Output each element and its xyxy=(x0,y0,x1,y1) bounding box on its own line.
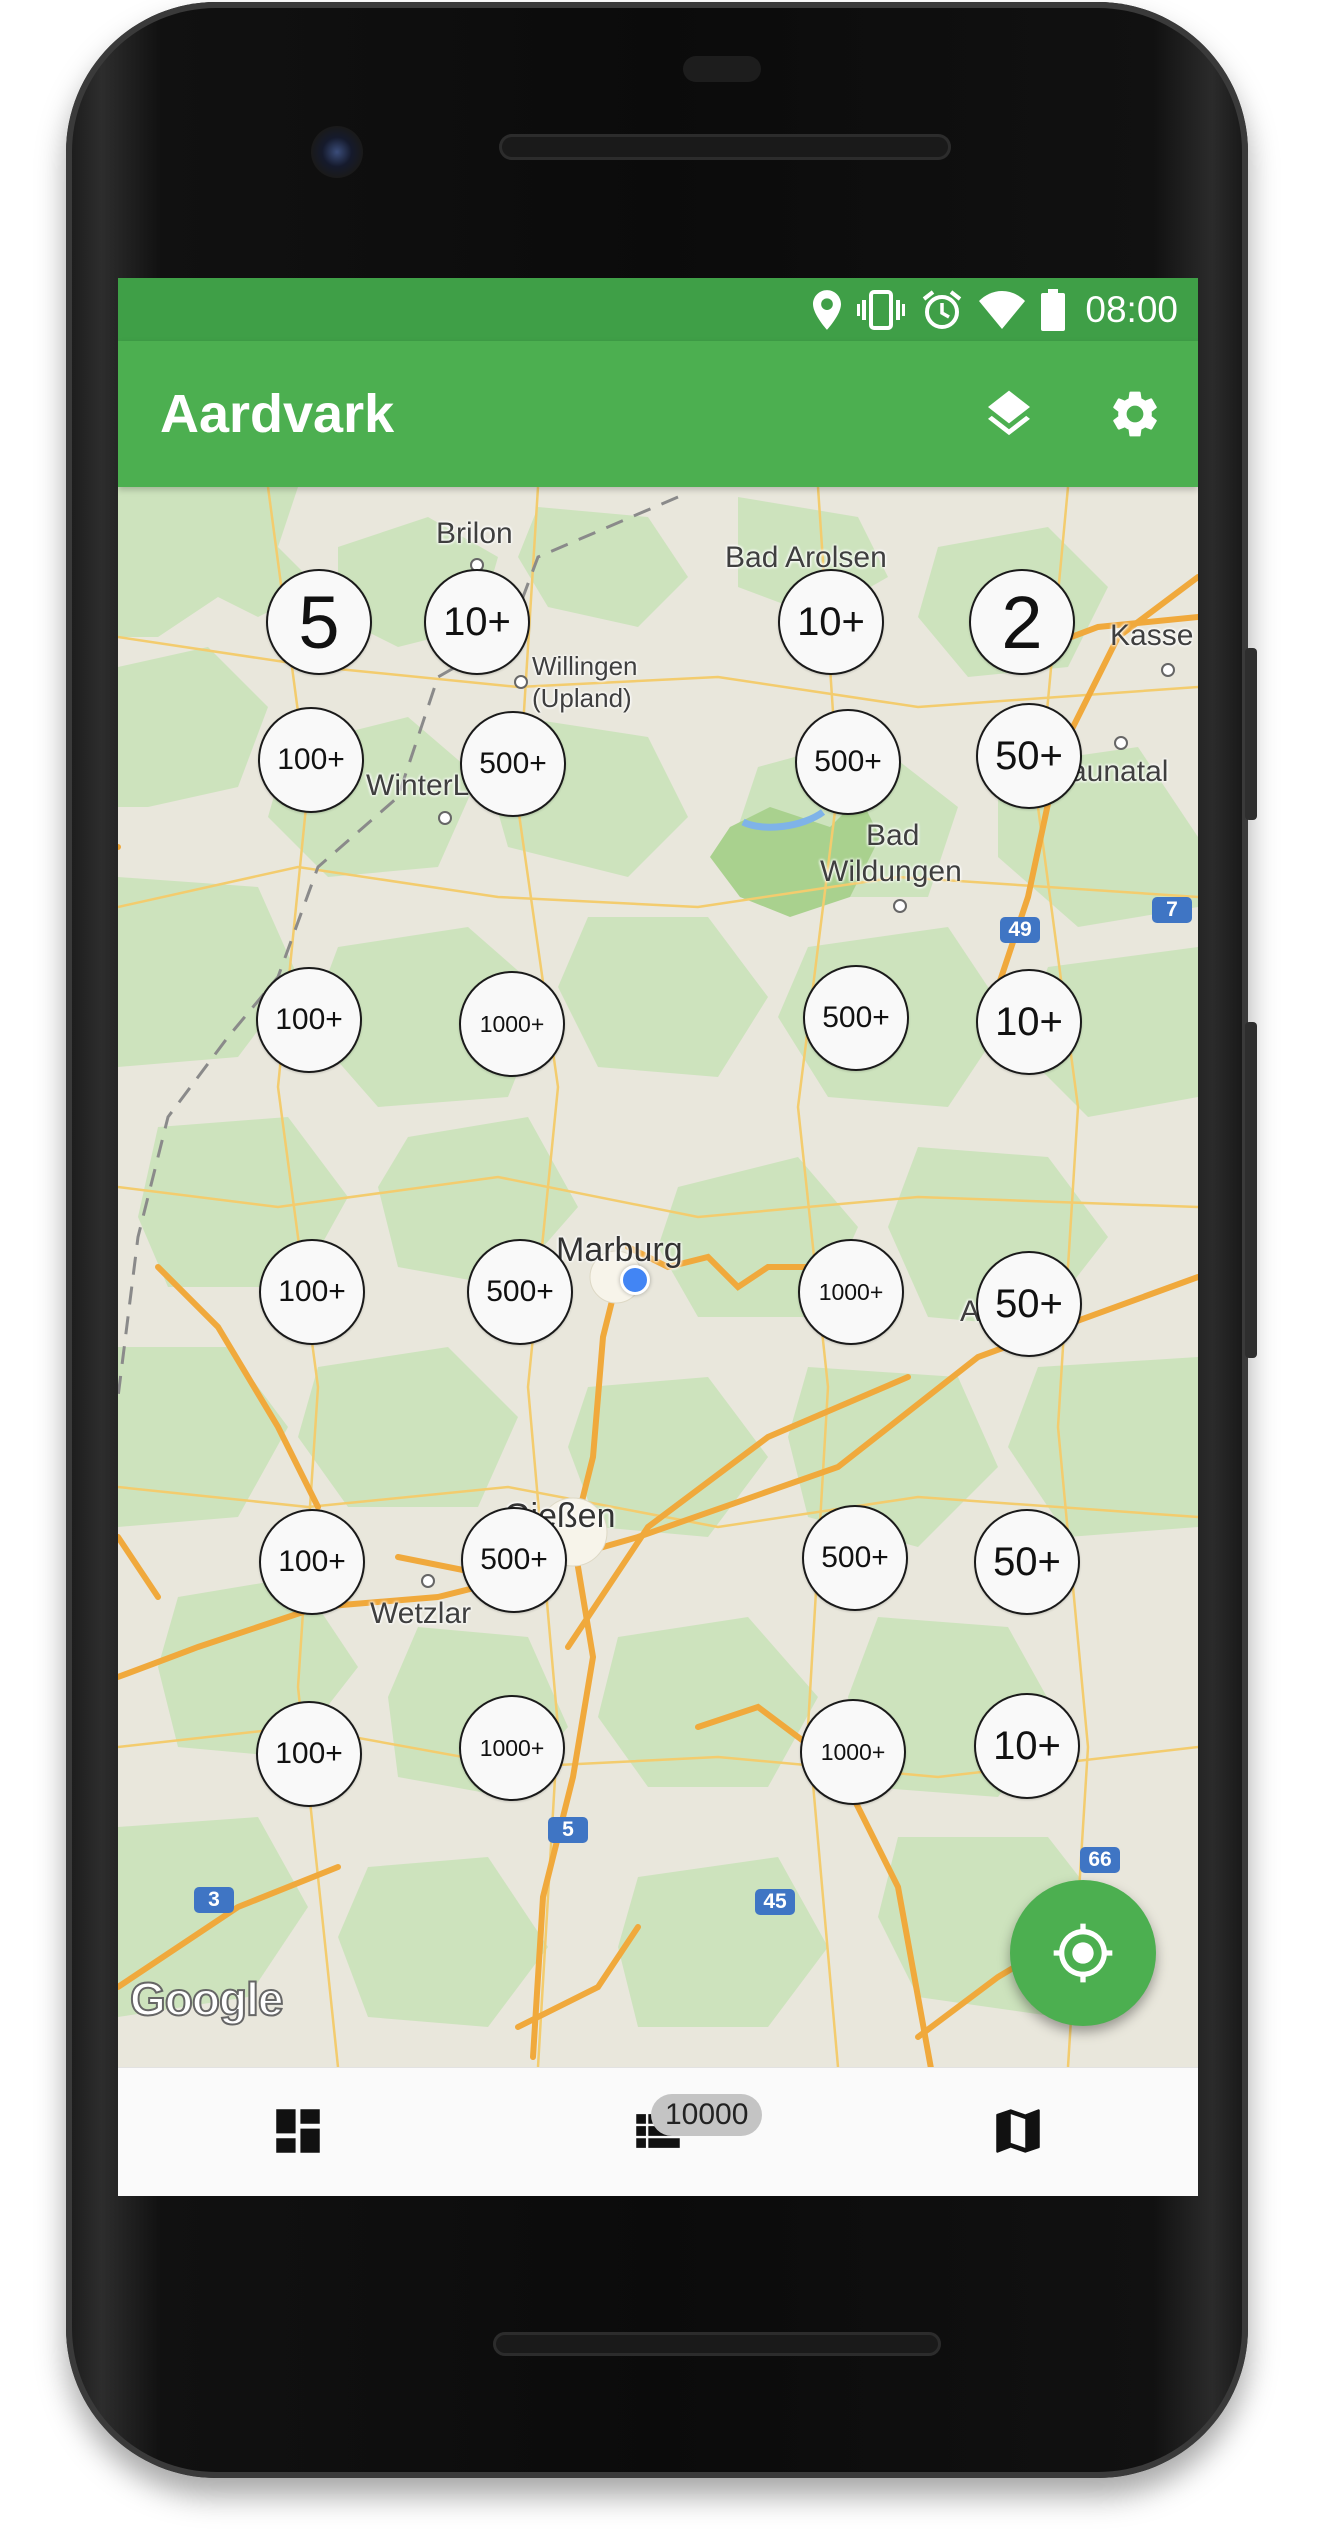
map-cluster[interactable]: 10+ xyxy=(778,569,884,675)
google-logo: Google xyxy=(129,1972,284,2026)
map-cluster[interactable]: 500+ xyxy=(802,1505,908,1611)
dashboard-icon xyxy=(276,2109,320,2153)
map-cluster[interactable]: 50+ xyxy=(976,703,1082,809)
map-cluster[interactable]: 50+ xyxy=(974,1509,1080,1615)
map-cluster[interactable]: 500+ xyxy=(795,709,901,815)
map-cluster[interactable]: 100+ xyxy=(256,967,362,1073)
map-cluster[interactable]: 10+ xyxy=(974,1693,1080,1799)
bottom-navigation: 10000 xyxy=(118,2067,1198,2196)
settings-button[interactable] xyxy=(1102,381,1168,447)
current-location-dot xyxy=(620,1265,650,1295)
alarm-icon xyxy=(923,290,962,329)
screen: 08:00 Aardvark Brilon Bad Arolsen Kasse … xyxy=(118,278,1198,2196)
phone-top-slot xyxy=(683,56,761,82)
map-label-wetzlar: Wetzlar xyxy=(370,1597,472,1630)
map-cluster[interactable]: 100+ xyxy=(259,1239,365,1345)
map-label-wildungen: Wildungen xyxy=(820,855,962,888)
my-location-icon xyxy=(1053,1923,1113,1983)
map-cluster[interactable]: 100+ xyxy=(258,707,364,813)
town-dot xyxy=(1161,663,1175,677)
road-shield-49: 49 xyxy=(1000,917,1040,943)
road-shield-3: 3 xyxy=(194,1887,234,1913)
my-location-button[interactable] xyxy=(1010,1880,1156,2026)
road-shield-5: 5 xyxy=(548,1817,588,1843)
road-shield-45: 45 xyxy=(755,1889,795,1915)
status-bar: 08:00 xyxy=(118,278,1198,341)
nav-indicator xyxy=(118,2191,838,2196)
map-label-kassel: Kasse xyxy=(1110,619,1194,652)
map-cluster[interactable]: 500+ xyxy=(467,1239,573,1345)
vibrate-icon xyxy=(857,290,906,330)
map-cluster[interactable]: 500+ xyxy=(460,711,566,817)
front-camera xyxy=(311,126,363,178)
map-cluster[interactable]: 10+ xyxy=(976,969,1082,1075)
town-dot xyxy=(1114,736,1128,750)
list-count-badge: 10000 xyxy=(651,2094,763,2136)
map-cluster[interactable]: 10+ xyxy=(424,569,530,675)
map-cluster[interactable]: 500+ xyxy=(461,1507,567,1613)
map-label-upland: (Upland) xyxy=(532,683,632,713)
map-icon xyxy=(996,2109,1040,2153)
settings-gear-icon xyxy=(1113,391,1157,437)
map-label-bad-arolsen: Bad Arolsen xyxy=(725,541,887,574)
nav-map[interactable] xyxy=(838,2068,1198,2194)
map-cluster[interactable]: 100+ xyxy=(256,1701,362,1807)
earpiece-speaker xyxy=(499,134,951,160)
map-cluster[interactable]: 5 xyxy=(266,569,372,675)
map-cluster[interactable]: 500+ xyxy=(803,965,909,1071)
location-icon xyxy=(813,290,842,330)
bottom-speaker xyxy=(493,2332,941,2356)
layers-icon xyxy=(988,390,1030,436)
map-label-baunatal: aunatal xyxy=(1070,755,1169,788)
town-dot xyxy=(421,1574,435,1588)
map-cluster[interactable]: 1000+ xyxy=(800,1699,906,1805)
map-cluster[interactable]: 2 xyxy=(969,569,1075,675)
map-cluster[interactable]: 1000+ xyxy=(459,971,565,1077)
map-view[interactable]: Brilon Bad Arolsen Kasse Willingen (Upla… xyxy=(118,487,1198,2067)
road-shield-66: 66 xyxy=(1080,1847,1120,1873)
map-label-willingen: Willingen xyxy=(532,651,638,681)
app-title: Aardvark xyxy=(160,384,395,444)
power-button xyxy=(1245,648,1257,820)
wifi-icon xyxy=(979,291,1026,329)
town-dot xyxy=(893,899,907,913)
map-label-marburg: Marburg xyxy=(556,1231,683,1269)
nav-dashboard[interactable] xyxy=(118,2068,478,2194)
volume-button xyxy=(1245,1022,1257,1358)
town-dot xyxy=(438,811,452,825)
map-label-brilon: Brilon xyxy=(436,517,513,550)
map-label-winterberg: WinterL xyxy=(366,769,470,802)
status-time: 08:00 xyxy=(1085,289,1178,330)
map-cluster[interactable]: 100+ xyxy=(259,1509,365,1615)
map-cluster[interactable]: 50+ xyxy=(976,1251,1082,1357)
map-label-bad: Bad xyxy=(866,819,920,852)
town-dot xyxy=(514,675,528,689)
battery-icon xyxy=(1041,289,1066,331)
map-cluster[interactable]: 1000+ xyxy=(798,1239,904,1345)
map-cluster[interactable]: 1000+ xyxy=(459,1695,565,1801)
app-bar: Aardvark xyxy=(118,341,1198,487)
road-shield-7: 7 xyxy=(1152,897,1192,923)
layers-button[interactable] xyxy=(976,381,1042,447)
